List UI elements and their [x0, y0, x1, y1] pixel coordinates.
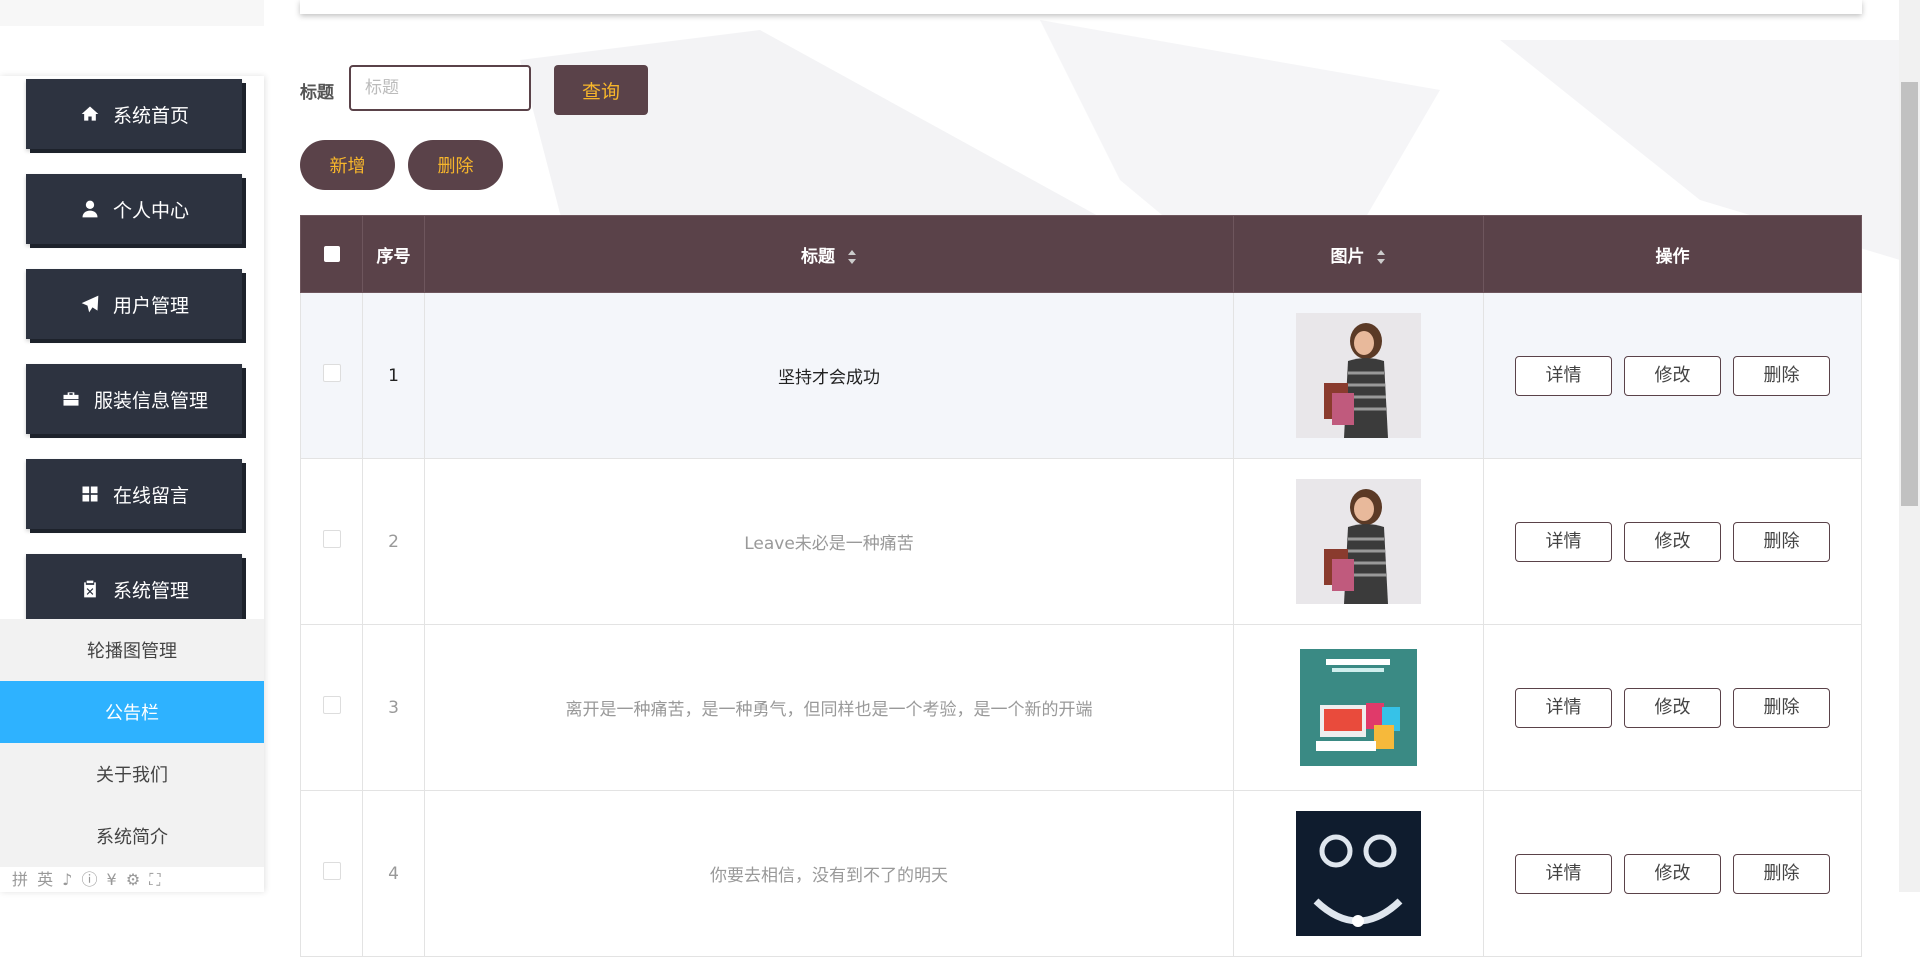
header-image-label: 图片 [1330, 246, 1365, 267]
header-title[interactable]: 标题 [424, 215, 1234, 293]
delete-button[interactable]: 删除 [1733, 355, 1830, 396]
sidebar-item-users[interactable]: 用户管理 [26, 269, 242, 339]
sidebar-item-label: 用户管理 [112, 294, 189, 317]
header-title-label: 标题 [801, 246, 836, 267]
delete-button[interactable]: 删除 [1733, 853, 1830, 894]
row-index: 3 [362, 624, 425, 791]
page-scrollbar[interactable] [1899, 0, 1920, 892]
row-title: 坚持才会成功 [424, 292, 1234, 459]
add-button[interactable]: 新增 [300, 140, 395, 190]
briefcase-icon [60, 388, 82, 410]
sidebar-item-label: 系统管理 [112, 579, 189, 602]
delete-button[interactable]: 删除 [1733, 687, 1830, 728]
row-index: 1 [362, 292, 425, 459]
row-ops: 详情 修改 删除 [1483, 458, 1862, 625]
table-row: 2 Leave未必是一种痛苦 详情 修改 删除 [300, 458, 1862, 625]
scrollbar-thumb[interactable] [1901, 82, 1918, 506]
sidebar-item-label: 在线留言 [112, 484, 189, 507]
batch-delete-button[interactable]: 删除 [408, 140, 503, 190]
edit-button[interactable]: 修改 [1624, 355, 1721, 396]
submenu-item-intro[interactable]: 系统简介 [0, 805, 264, 867]
table-row: 3 离开是一种痛苦，是一种勇气，但同样也是一个考验，是一个新的开端 详情 修改 删除 [300, 624, 1862, 791]
sidebar-item-clothing[interactable]: 服装信息管理 [26, 364, 242, 434]
top-strip [0, 0, 264, 26]
sidebar-item-home[interactable]: 系统首页 [26, 79, 242, 149]
user-icon [79, 198, 101, 220]
delete-button[interactable]: 删除 [1733, 521, 1830, 562]
header-image[interactable]: 图片 [1233, 215, 1484, 293]
woman-shopping-image [1296, 479, 1421, 604]
row-index: 2 [362, 458, 425, 625]
header-card [300, 0, 1862, 14]
table-row: 1 坚持才会成功 详情 修改 删除 [300, 292, 1862, 459]
online-shopping-image [1296, 645, 1421, 770]
edit-button[interactable]: 修改 [1624, 853, 1721, 894]
table-header-row: 序号 标题 图片 操作 [300, 215, 1862, 293]
select-all-checkbox[interactable] [323, 246, 340, 262]
submenu-item-about[interactable]: 关于我们 [0, 743, 264, 805]
row-index: 4 [362, 790, 425, 957]
row-title: Leave未必是一种痛苦 [424, 458, 1234, 625]
detail-button[interactable]: 详情 [1515, 853, 1612, 894]
woman-shopping-image [1296, 313, 1421, 438]
row-checkbox[interactable] [322, 862, 341, 880]
jewelry-image [1296, 811, 1421, 936]
submenu-system: 轮播图管理 公告栏 关于我们 系统简介 [0, 619, 264, 867]
paper-plane-icon [79, 293, 101, 315]
select-all-cell [300, 215, 363, 293]
row-ops: 详情 修改 删除 [1483, 292, 1862, 459]
edit-button[interactable]: 修改 [1624, 521, 1721, 562]
header-index: 序号 [362, 215, 425, 293]
search-label: 标题 [300, 83, 334, 103]
clipboard-icon [79, 578, 101, 600]
sidebar-item-system[interactable]: 系统管理 [26, 554, 242, 624]
search-input[interactable] [349, 65, 531, 111]
row-checkbox[interactable] [322, 364, 341, 382]
table-row: 4 你要去相信，没有到不了的明天 详情 修改 删除 [300, 790, 1862, 957]
sort-icon[interactable] [847, 249, 857, 265]
sidebar-item-label: 个人中心 [112, 199, 189, 222]
sidebar-item-label: 服装信息管理 [93, 389, 208, 412]
sidebar: 系统首页 个人中心 用户管理 服装信息管理 在线留言 系统管理 轮播图管理 公告… [0, 76, 264, 892]
sidebar-item-messages[interactable]: 在线留言 [26, 459, 242, 529]
submenu-item-carousel[interactable]: 轮播图管理 [0, 619, 264, 681]
row-title: 离开是一种痛苦，是一种勇气，但同样也是一个考验，是一个新的开端 [424, 624, 1234, 791]
detail-button[interactable]: 详情 [1515, 521, 1612, 562]
data-table: 序号 标题 图片 操作 1 坚持才会成功 详情 修改 删除 2 Leave未必是… [300, 215, 1862, 957]
detail-button[interactable]: 详情 [1515, 355, 1612, 396]
row-ops: 详情 修改 删除 [1483, 624, 1862, 791]
detail-button[interactable]: 详情 [1515, 687, 1612, 728]
ime-toolbar: 拼 英 ♪ ⓘ ¥ ⚙ ⛶ [12, 870, 163, 889]
submenu-item-notice[interactable]: 公告栏 [0, 681, 264, 743]
row-checkbox[interactable] [322, 530, 341, 548]
sidebar-item-profile[interactable]: 个人中心 [26, 174, 242, 244]
query-button[interactable]: 查询 [554, 65, 648, 115]
header-ops: 操作 [1483, 215, 1862, 293]
row-ops: 详情 修改 删除 [1483, 790, 1862, 957]
row-title: 你要去相信，没有到不了的明天 [424, 790, 1234, 957]
grid-icon [79, 483, 101, 505]
home-icon [79, 103, 101, 125]
sidebar-item-label: 系统首页 [112, 104, 189, 127]
sort-icon[interactable] [1376, 249, 1386, 265]
row-checkbox[interactable] [322, 696, 341, 714]
edit-button[interactable]: 修改 [1624, 687, 1721, 728]
